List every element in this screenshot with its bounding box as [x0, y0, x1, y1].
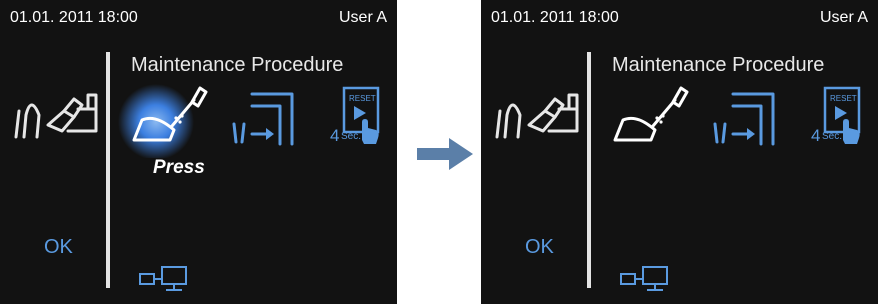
divider — [106, 52, 110, 288]
reset-label: RESET — [830, 94, 857, 103]
divider — [587, 52, 591, 288]
page-title: Maintenance Procedure — [131, 54, 344, 76]
screen-before: 01.01. 2011 18:00 User A Maintenance Pro… — [0, 0, 397, 304]
tube-drain-icon[interactable] — [711, 88, 781, 146]
oil-spray-icon[interactable] — [112, 78, 212, 158]
hold-seconds-number: 4 — [330, 126, 340, 145]
datetime: 01.01. 2011 18:00 — [491, 9, 619, 26]
transition-arrow-icon — [417, 138, 473, 170]
pc-connection-icon[interactable] — [619, 265, 671, 293]
reset-icon[interactable]: RESET 4 Sec. — [803, 86, 863, 146]
handpiece-icon[interactable] — [493, 85, 583, 143]
oil-spray-icon[interactable] — [593, 78, 693, 158]
user-name: User A — [338, 9, 387, 26]
hold-seconds-number: 4 — [811, 126, 821, 145]
screen-after: 01.01. 2011 18:00 User A Maintenance Pro… — [481, 0, 878, 304]
hold-seconds-unit: Sec. — [822, 131, 843, 142]
tube-drain-icon[interactable] — [230, 88, 300, 146]
handpiece-icon[interactable] — [12, 85, 102, 143]
reset-label: RESET — [349, 94, 376, 103]
page-title: Maintenance Procedure — [612, 54, 825, 76]
press-hint: Press — [153, 157, 205, 178]
ok-button[interactable]: OK — [525, 236, 554, 259]
hold-seconds-unit: Sec. — [341, 131, 362, 142]
pc-connection-icon[interactable] — [138, 265, 190, 293]
ok-button[interactable]: OK — [44, 236, 73, 259]
reset-icon[interactable]: RESET 4 Sec. — [322, 86, 382, 146]
user-name: User A — [819, 9, 868, 26]
datetime: 01.01. 2011 18:00 — [10, 9, 138, 26]
